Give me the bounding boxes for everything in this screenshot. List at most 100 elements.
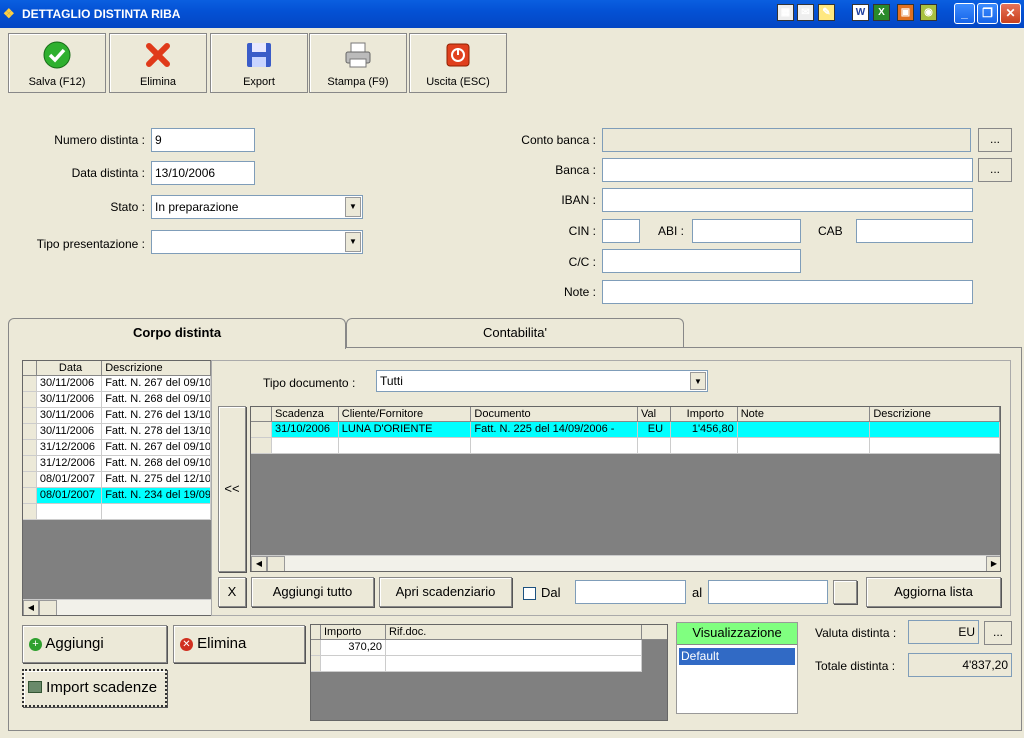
valuta-browse-button[interactable]: ... (984, 621, 1012, 645)
scroll-left-icon[interactable]: ◀ (251, 556, 267, 571)
import-scadenze-button[interactable]: Import scadenze (22, 669, 167, 707)
close-filter-button[interactable]: X (218, 577, 246, 607)
tray-app-icon[interactable]: ◉ (920, 4, 937, 21)
chevron-down-icon[interactable]: ▼ (345, 197, 361, 217)
tab-corpo-distinta[interactable]: Corpo distinta (8, 318, 346, 349)
dal-checkbox[interactable] (523, 587, 536, 600)
tray-word-icon[interactable]: W (852, 4, 869, 21)
tray-excel-icon[interactable]: X (873, 4, 890, 21)
cc-field[interactable] (602, 249, 801, 273)
table-row[interactable]: 31/12/2006 Fatt. N. 268 del 09/10 (23, 456, 211, 472)
visualizzazione-item-default[interactable]: Default (679, 648, 795, 665)
row-header[interactable] (23, 376, 37, 391)
numero-distinta-label: Numero distinta : (54, 133, 145, 147)
apri-scadenziario-button[interactable]: Apri scadenziario (379, 577, 512, 607)
scroll-left-icon[interactable]: ◀ (23, 600, 39, 615)
totale-field: 4'837,20 (908, 653, 1012, 677)
table-row-empty[interactable] (23, 504, 211, 520)
date-to-field[interactable] (708, 580, 828, 604)
iban-field[interactable] (602, 188, 973, 212)
importi-grid[interactable]: Importo Rif.doc. 370,20 (310, 624, 668, 721)
elimina-button[interactable]: ✕ Elimina (173, 625, 305, 663)
cell-data: 30/11/2006 (37, 408, 103, 423)
banca-field[interactable] (602, 158, 973, 182)
cell-descrizione: Fatt. N. 276 del 13/10 (102, 408, 211, 423)
print-button[interactable]: Stampa (F9) (309, 33, 407, 93)
move-left-button[interactable]: << (218, 406, 246, 572)
table-row-empty[interactable] (311, 656, 642, 672)
row-header[interactable] (23, 392, 37, 407)
cc-label: C/C : (568, 255, 596, 269)
chevron-down-icon[interactable]: ▼ (345, 232, 361, 252)
abi-field[interactable] (692, 219, 801, 243)
tray-grid-icon[interactable]: ▦ (777, 4, 794, 21)
stato-label: Stato : (110, 200, 145, 214)
scroll-thumb[interactable] (39, 600, 57, 615)
banca-browse-button[interactable]: ... (978, 158, 1012, 182)
tray-note-icon[interactable]: ✎ (818, 4, 835, 21)
table-row[interactable]: 31/10/2006 LUNA D'ORIENTE Fatt. N. 225 d… (251, 422, 1000, 438)
cin-field[interactable] (602, 219, 640, 243)
row-header[interactable] (23, 472, 37, 487)
cell-data: 30/11/2006 (37, 392, 103, 407)
conto-banca-field (602, 128, 971, 152)
valuta-label: Valuta distinta : (815, 626, 897, 640)
tipo-documento-select[interactable]: Tutti ▼ (376, 370, 708, 392)
table-row[interactable]: 30/11/2006 Fatt. N. 268 del 09/10 (23, 392, 211, 408)
table-row[interactable]: 30/11/2006 Fatt. N. 267 del 09/10 (23, 376, 211, 392)
table-row[interactable]: 370,20 (311, 640, 642, 656)
row-header[interactable] (23, 440, 37, 455)
cell-data: 30/11/2006 (37, 424, 103, 439)
table-row[interactable]: 31/12/2006 Fatt. N. 267 del 09/10 (23, 440, 211, 456)
tray-ppt-icon[interactable]: ▣ (897, 4, 914, 21)
note-label: Note : (563, 285, 596, 299)
cell-descrizione: Fatt. N. 275 del 12/10 (102, 472, 211, 487)
exit-button[interactable]: Uscita (ESC) (409, 33, 507, 93)
aggiorna-lista-button[interactable]: Aggiorna lista (866, 577, 1001, 607)
cab-field[interactable] (856, 219, 973, 243)
table-row[interactable]: 08/01/2007 Fatt. N. 234 del 19/09 (23, 488, 211, 504)
tipo-presentazione-select[interactable]: ▼ (151, 230, 363, 254)
tipo-documento-label: Tipo documento : (263, 376, 356, 390)
tab-contabilita[interactable]: Contabilita' (346, 318, 684, 348)
printer-icon (345, 42, 371, 68)
table-row[interactable]: 30/11/2006 Fatt. N. 276 del 13/10 (23, 408, 211, 424)
scroll-thumb[interactable] (267, 556, 285, 571)
table-row-empty[interactable] (251, 438, 1000, 454)
delete-button[interactable]: Elimina (109, 33, 207, 93)
chevron-down-icon[interactable]: ▼ (690, 372, 706, 390)
aggiungi-tutto-button[interactable]: Aggiungi tutto (251, 577, 374, 607)
note-field[interactable] (602, 280, 973, 304)
table-row[interactable]: 30/11/2006 Fatt. N. 278 del 13/10 (23, 424, 211, 440)
close-button[interactable]: ✕ (1000, 3, 1021, 24)
scadenze-grid[interactable]: Scadenza Cliente/Fornitore Documento Val… (250, 406, 1001, 572)
row-header[interactable] (23, 488, 37, 503)
date-from-field[interactable] (575, 580, 686, 604)
distinta-grid[interactable]: Data Descrizione 30/11/2006 Fatt. N. 267 … (22, 360, 212, 616)
export-button[interactable]: Export (210, 33, 308, 93)
scroll-right-icon[interactable]: ▶ (986, 556, 1000, 571)
row-header[interactable] (23, 424, 37, 439)
data-distinta-label: Data distinta : (71, 166, 145, 180)
date-picker-button[interactable] (833, 580, 857, 604)
horizontal-scrollbar[interactable]: ◀ ▶ (251, 555, 1000, 571)
row-header[interactable] (23, 408, 37, 423)
stato-select[interactable]: In preparazione ▼ (151, 195, 363, 219)
power-icon (446, 43, 470, 67)
restore-button[interactable]: ❐ (977, 3, 998, 24)
cell-data: 08/01/2007 (37, 472, 103, 487)
data-distinta-field[interactable]: 13/10/2006 (151, 161, 255, 185)
row-header[interactable] (23, 456, 37, 471)
visualizzazione-header: Visualizzazione (677, 623, 797, 645)
aggiungi-button[interactable]: + Aggiungi (22, 625, 167, 663)
minimize-button[interactable]: _ (954, 3, 975, 24)
cell-data: 08/01/2007 (37, 488, 103, 503)
conto-banca-browse-button[interactable]: ... (978, 128, 1012, 152)
horizontal-scrollbar[interactable]: ◀ (23, 599, 211, 615)
table-header: Scadenza Cliente/Fornitore Documento Val… (251, 407, 1000, 422)
save-button[interactable]: Salva (F12) (8, 33, 106, 93)
table-row[interactable]: 08/01/2007 Fatt. N. 275 del 12/10 (23, 472, 211, 488)
banca-label: Banca : (555, 163, 596, 177)
tray-mail-icon[interactable]: ✉ (797, 4, 814, 21)
numero-distinta-field[interactable]: 9 (151, 128, 255, 152)
